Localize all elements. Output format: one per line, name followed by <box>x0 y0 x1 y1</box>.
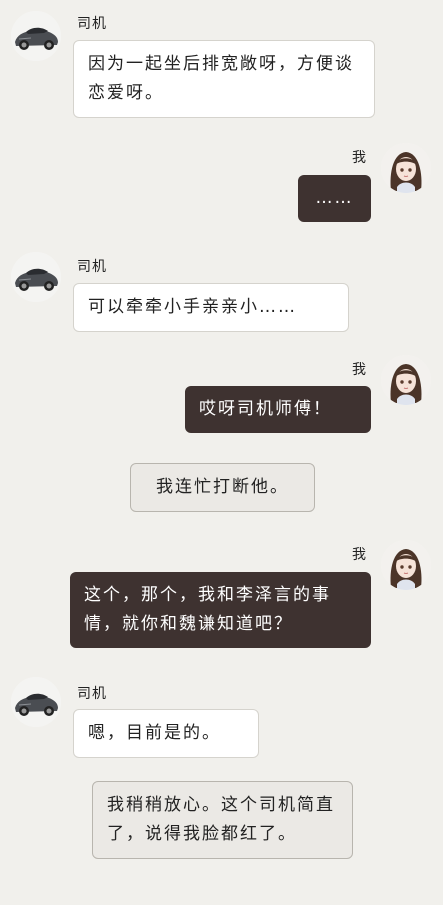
sender-name: 司机 <box>77 259 107 275</box>
message-bubble[interactable]: 哎呀司机师傅！ <box>185 386 371 433</box>
message-bubble[interactable]: 可以牵牵小手亲亲小…… <box>73 283 349 332</box>
sender-name: 司机 <box>77 16 107 32</box>
girl-avatar-icon[interactable] <box>381 355 431 405</box>
sender-name: 我 <box>352 150 367 166</box>
sender-name: 司机 <box>77 686 107 702</box>
message-bubble[interactable]: 这个，那个，我和李泽言的事情，就你和魏谦知道吧？ <box>70 572 371 648</box>
narration-box: 我连忙打断他。 <box>130 463 315 512</box>
sender-name: 我 <box>352 362 367 378</box>
girl-avatar-icon[interactable] <box>381 540 431 590</box>
message-bubble[interactable]: 因为一起坐后排宽敞呀，方便谈恋爱呀。 <box>73 40 375 118</box>
girl-avatar-icon[interactable] <box>381 143 431 193</box>
car-avatar-icon[interactable] <box>11 252 61 302</box>
narration-box: 我稍稍放心。这个司机简直了，说得我脸都红了。 <box>92 781 353 859</box>
car-avatar-icon[interactable] <box>11 677 61 727</box>
message-bubble[interactable]: …… <box>298 175 371 222</box>
sender-name: 我 <box>352 547 367 563</box>
message-bubble[interactable]: 嗯，目前是的。 <box>73 709 259 758</box>
car-avatar-icon[interactable] <box>11 11 61 61</box>
